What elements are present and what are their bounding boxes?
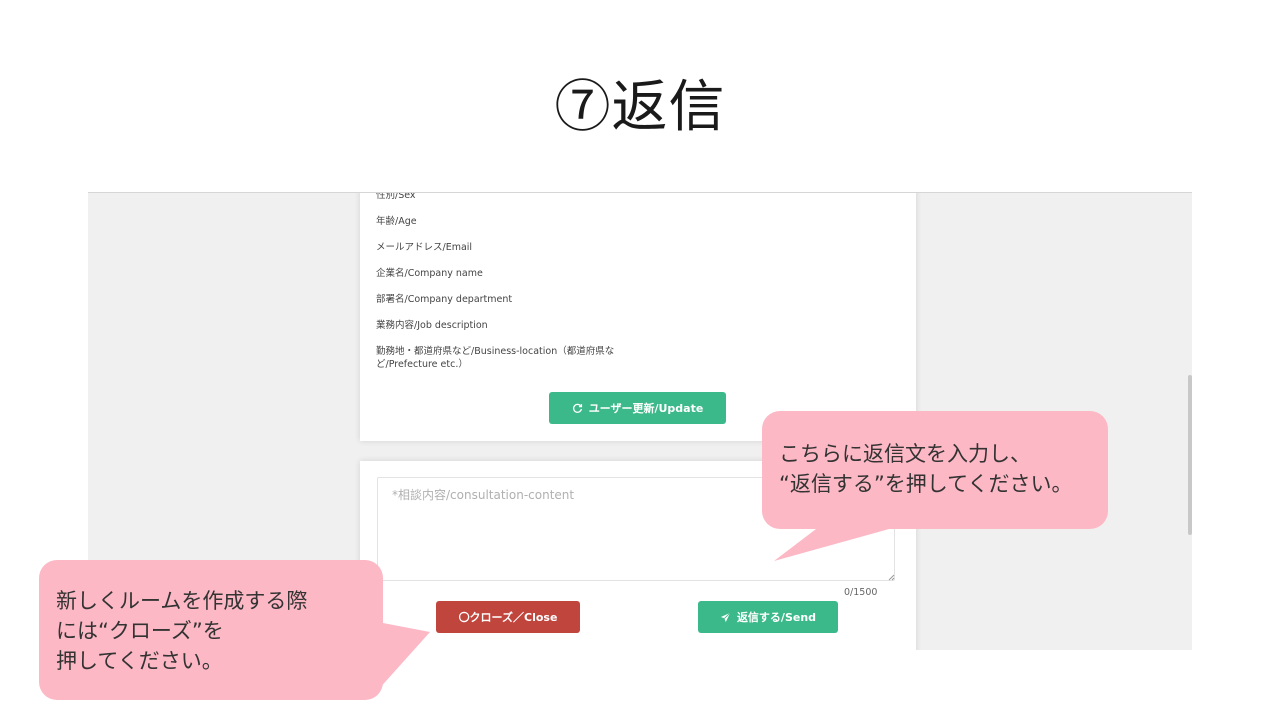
close-instruction-callout: 新しくルームを作成する際 には“クローズ”を 押してください。	[39, 560, 383, 700]
callout-line: こちらに返信文を入力し、	[779, 442, 1031, 466]
callout-line: 新しくルームを作成する際	[56, 589, 308, 613]
callout-left-tail	[378, 622, 430, 690]
callout-line: 押してください。	[56, 649, 223, 673]
callout-line: “返信する”を押してください。	[779, 472, 1073, 496]
callout-line: には“クローズ”を	[56, 619, 224, 643]
reply-instruction-callout: こちらに返信文を入力し、 “返信する”を押してください。	[762, 411, 1108, 529]
callout-right-tail	[774, 526, 900, 561]
